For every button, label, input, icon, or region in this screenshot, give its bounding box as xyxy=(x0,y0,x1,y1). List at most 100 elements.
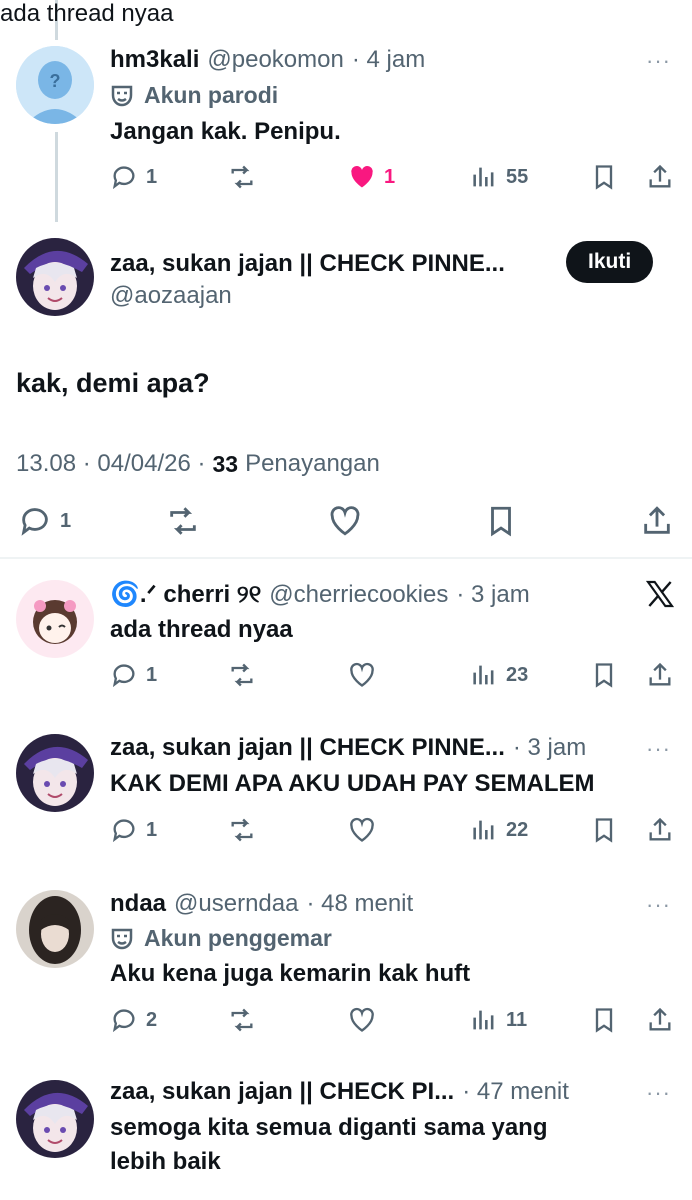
more-options-icon[interactable]: ··· xyxy=(646,892,671,918)
svg-text:?: ? xyxy=(50,71,61,91)
avatar[interactable] xyxy=(16,238,94,316)
share-button[interactable] xyxy=(640,504,674,538)
photo-avatar-icon xyxy=(16,890,94,968)
x-logo-icon[interactable] xyxy=(644,578,676,615)
reply-icon xyxy=(112,166,135,190)
views-label[interactable]: Penayangan xyxy=(245,450,380,478)
reply-header: zaa, sukan jajan || CHECK PI... · 47 men… xyxy=(110,1078,569,1106)
reply-button[interactable]: 1 xyxy=(110,816,157,844)
more-options-icon[interactable]: ··· xyxy=(646,736,671,762)
fan-badge: Akun penggemar xyxy=(110,925,332,952)
reply-count: 2 xyxy=(146,1008,158,1031)
reply-header: 🌀.ᐟ cherri ୨୧ @cherriecookies · 3 jam xyxy=(110,580,530,609)
reply-button[interactable]: 2 xyxy=(110,1006,157,1034)
tweet-meta: 13.08 · 04/04/26 · 33 Penayangan xyxy=(16,450,380,478)
like-count: 1 xyxy=(384,165,396,188)
user-name[interactable]: zaa, sukan jajan || CHECK PI... xyxy=(110,1078,454,1106)
retweet-icon xyxy=(231,663,253,687)
heart-icon xyxy=(350,662,374,687)
views-button[interactable]: 23 xyxy=(470,661,528,689)
views-button[interactable]: 55 xyxy=(470,163,528,191)
user-name[interactable]: zaa, sukan jajan || CHECK PINNE... xyxy=(110,734,505,762)
anime-avatar-icon xyxy=(16,734,94,812)
timestamp[interactable]: · 48 menit xyxy=(306,890,413,918)
heart-icon xyxy=(350,817,374,842)
tweet-timestamp[interactable]: 13.08 · 04/04/26 · xyxy=(16,450,205,478)
share-button[interactable] xyxy=(646,661,674,689)
reply-count: 1 xyxy=(146,818,158,841)
reply-button[interactable]: 1 xyxy=(110,661,157,689)
share-icon xyxy=(649,1007,671,1031)
anime-avatar-icon xyxy=(16,1080,94,1158)
retweet-button[interactable] xyxy=(228,1006,256,1034)
share-button[interactable] xyxy=(646,1006,674,1034)
bookmark-button[interactable] xyxy=(484,504,518,538)
reply-header: ndaa @userndaa · 48 menit xyxy=(110,890,413,918)
user-handle[interactable]: @aozaajan xyxy=(110,282,232,310)
more-options-icon[interactable]: ··· xyxy=(646,1080,671,1106)
views-icon xyxy=(473,820,494,840)
reply-button[interactable]: 1 xyxy=(18,504,71,538)
views-button[interactable]: 22 xyxy=(470,816,528,844)
bookmark-button[interactable] xyxy=(590,163,618,191)
like-button[interactable] xyxy=(348,661,376,689)
views-count: 11 xyxy=(506,1008,528,1031)
user-name[interactable]: zaa, sukan jajan || CHECK PINNE... xyxy=(110,250,505,278)
views-count: 23 xyxy=(506,663,529,686)
user-handle[interactable]: @peokomon xyxy=(207,46,343,74)
user-name[interactable]: hm3kali xyxy=(110,46,199,74)
retweet-button[interactable] xyxy=(228,816,256,844)
views-count: 55 xyxy=(506,165,529,188)
views-count: 22 xyxy=(506,818,529,841)
share-icon xyxy=(649,164,671,188)
views-icon xyxy=(473,1010,494,1030)
timestamp[interactable]: · 47 menit xyxy=(462,1078,569,1106)
share-icon xyxy=(649,662,671,686)
retweet-button[interactable] xyxy=(166,504,200,538)
thread-line xyxy=(55,132,58,222)
reply-count: 1 xyxy=(60,509,72,532)
bookmark-button[interactable] xyxy=(590,1006,618,1034)
like-button[interactable] xyxy=(328,504,362,538)
share-icon xyxy=(644,506,670,534)
divider xyxy=(0,557,692,559)
avatar[interactable] xyxy=(16,580,94,658)
retweet-icon xyxy=(231,165,253,189)
follow-button[interactable]: Ikuti xyxy=(566,241,654,283)
retweet-button[interactable] xyxy=(228,163,256,191)
timestamp[interactable]: · 3 jam xyxy=(513,734,586,762)
reply-text-line1: semoga kita semua diganti sama yang xyxy=(110,1114,548,1141)
bookmark-button[interactable] xyxy=(590,661,618,689)
user-name[interactable]: ndaa xyxy=(110,890,166,918)
reply-icon xyxy=(112,819,135,843)
anime-avatar-icon xyxy=(16,238,94,316)
retweet-button[interactable] xyxy=(228,661,256,689)
like-button[interactable] xyxy=(348,1006,376,1034)
default-avatar-icon: ? xyxy=(16,46,94,124)
bookmark-icon xyxy=(595,1008,613,1033)
views-button[interactable]: 11 xyxy=(470,1006,527,1034)
badge-label: Akun penggemar xyxy=(144,925,332,951)
timestamp[interactable]: · 3 jam xyxy=(456,581,529,609)
bookmark-button[interactable] xyxy=(590,816,618,844)
retweet-icon xyxy=(170,507,196,535)
like-button[interactable] xyxy=(348,816,376,844)
timestamp[interactable]: · 4 jam xyxy=(352,46,425,74)
avatar[interactable] xyxy=(16,1080,94,1158)
share-button[interactable] xyxy=(646,163,674,191)
user-handle[interactable]: @cherriecookies xyxy=(269,581,448,609)
heart-icon xyxy=(350,1007,374,1032)
avatar[interactable] xyxy=(16,734,94,812)
reply-button[interactable]: 1 xyxy=(110,163,157,191)
more-options-icon[interactable]: ··· xyxy=(646,48,671,74)
avatar[interactable]: ? xyxy=(16,46,94,124)
avatar[interactable] xyxy=(16,890,94,968)
share-button[interactable] xyxy=(646,816,674,844)
reply-count: 1 xyxy=(146,165,158,188)
parody-badge: Akun parodi xyxy=(110,82,278,109)
badge-label: Akun parodi xyxy=(144,82,279,108)
mask-icon xyxy=(111,85,133,106)
user-handle[interactable]: @userndaa xyxy=(174,890,298,918)
like-button[interactable]: 1 xyxy=(348,163,395,191)
user-name[interactable]: 🌀.ᐟ cherri ୨୧ xyxy=(110,580,261,609)
